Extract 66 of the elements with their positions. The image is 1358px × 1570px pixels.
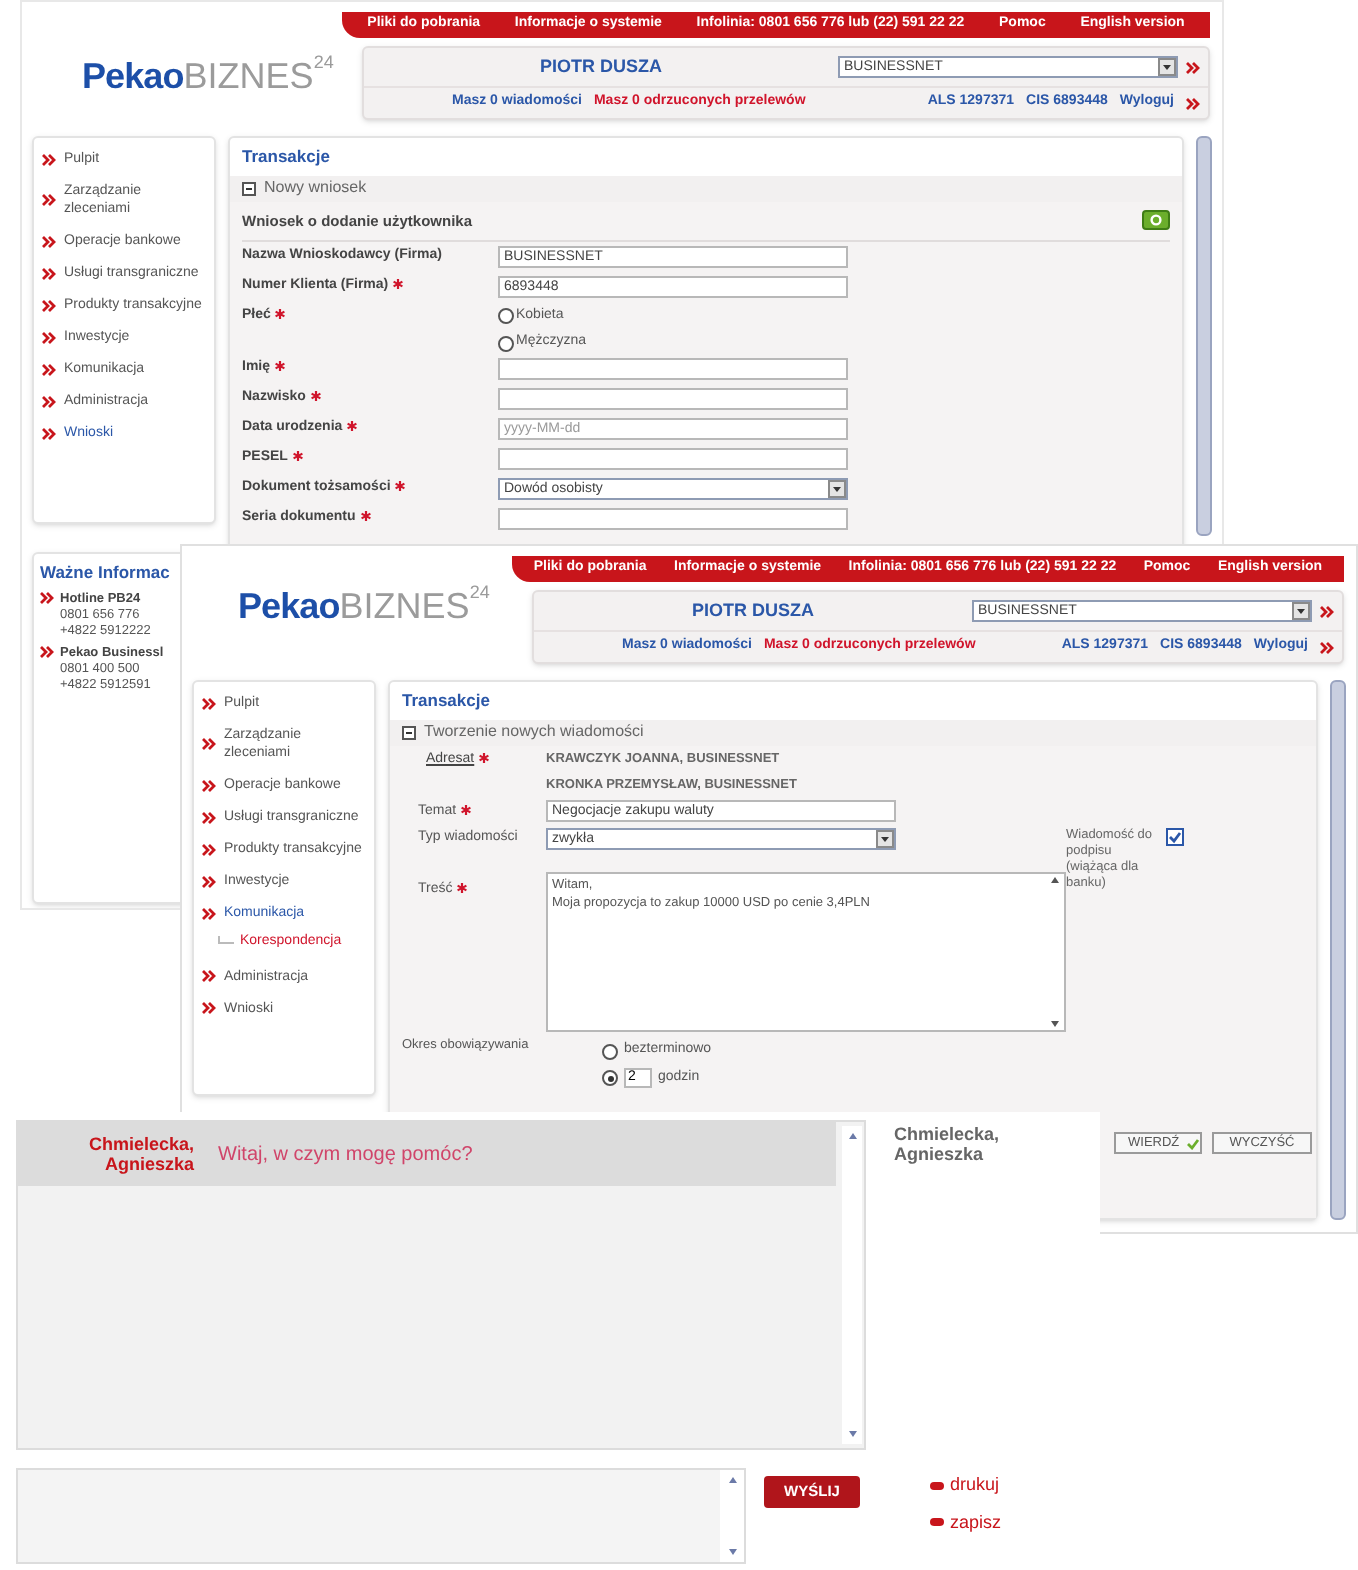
check-icon [1168,830,1182,845]
radio-button[interactable] [602,1043,618,1059]
scroll-up-icon [727,1476,737,1484]
panel-title: Nowy wniosek [264,176,367,201]
input-scrollbar[interactable] [720,1470,744,1562]
scrollbar[interactable] [1330,680,1346,1220]
double-chevron-icon [202,1002,216,1014]
double-chevron-icon [40,645,54,658]
user-name: PIOTR DUSZA [689,597,816,624]
text-input[interactable] [498,387,848,410]
scroll-up-icon [847,1132,857,1140]
double-chevron-icon [42,153,56,165]
info-title: Ważne Informac [40,560,172,586]
double-chevron-icon [42,235,56,247]
bullet-icon [930,1481,944,1490]
double-chevron-icon [202,843,216,855]
radio-button[interactable] [498,335,514,351]
double-chevron-icon [1320,641,1334,653]
chat-sender: Chmielecka, Agnieszka [86,1134,194,1174]
double-chevron-icon [202,779,216,791]
double-chevron-icon [202,697,216,709]
participant-name: Chmielecka, Agnieszka [894,1124,1002,1164]
text-input[interactable] [498,507,848,530]
double-chevron-icon [202,738,216,750]
double-chevron-icon [42,363,56,375]
double-chevron-icon [42,194,56,206]
double-chevron-icon [42,299,56,311]
user-name: PIOTR DUSZA [537,53,664,80]
help-icon [1150,214,1162,227]
double-chevron-icon [40,591,54,604]
double-chevron-icon [1186,97,1200,109]
radio-button[interactable] [498,308,514,324]
double-chevron-icon [202,907,216,919]
double-chevron-icon [42,267,56,279]
bullet-icon [930,1518,944,1527]
collapse-icon [402,725,416,740]
text-input[interactable] [498,357,848,380]
section-title: Transakcje [240,144,332,170]
section-title: Transakcje [400,688,492,714]
chat-scrollbar[interactable] [842,1126,862,1444]
radio-button[interactable] [602,1070,618,1086]
double-chevron-icon [42,427,56,439]
chat-action-link[interactable]: drukuj [950,1472,1000,1499]
tree-line-icon [218,936,234,949]
chat-message: Witaj, w czym mogę pomóc? [218,1141,473,1169]
double-chevron-icon [1186,61,1200,73]
panel-title: Tworzenie nowych wiadomości [424,720,644,745]
scroll-down-icon [1050,1020,1060,1029]
chat-input[interactable] [16,1468,746,1564]
signature-checkbox[interactable] [1166,828,1184,847]
scroll-down-icon [727,1548,737,1556]
textarea-scrollbar[interactable] [1048,876,1062,1029]
text-input[interactable] [498,447,848,470]
double-chevron-icon [202,811,216,823]
double-chevron-icon [42,395,56,407]
check-icon [1185,1137,1200,1150]
collapse-icon [242,181,256,196]
help-button[interactable] [1142,210,1170,231]
scroll-up-icon [1050,876,1060,885]
scroll-down-icon [847,1430,857,1438]
double-chevron-icon [202,970,216,982]
double-chevron-icon [42,331,56,343]
double-chevron-icon [1320,605,1334,617]
double-chevron-icon [202,875,216,887]
scrollbar[interactable] [1196,136,1212,536]
chat-action-link[interactable]: zapisz [950,1509,1002,1536]
